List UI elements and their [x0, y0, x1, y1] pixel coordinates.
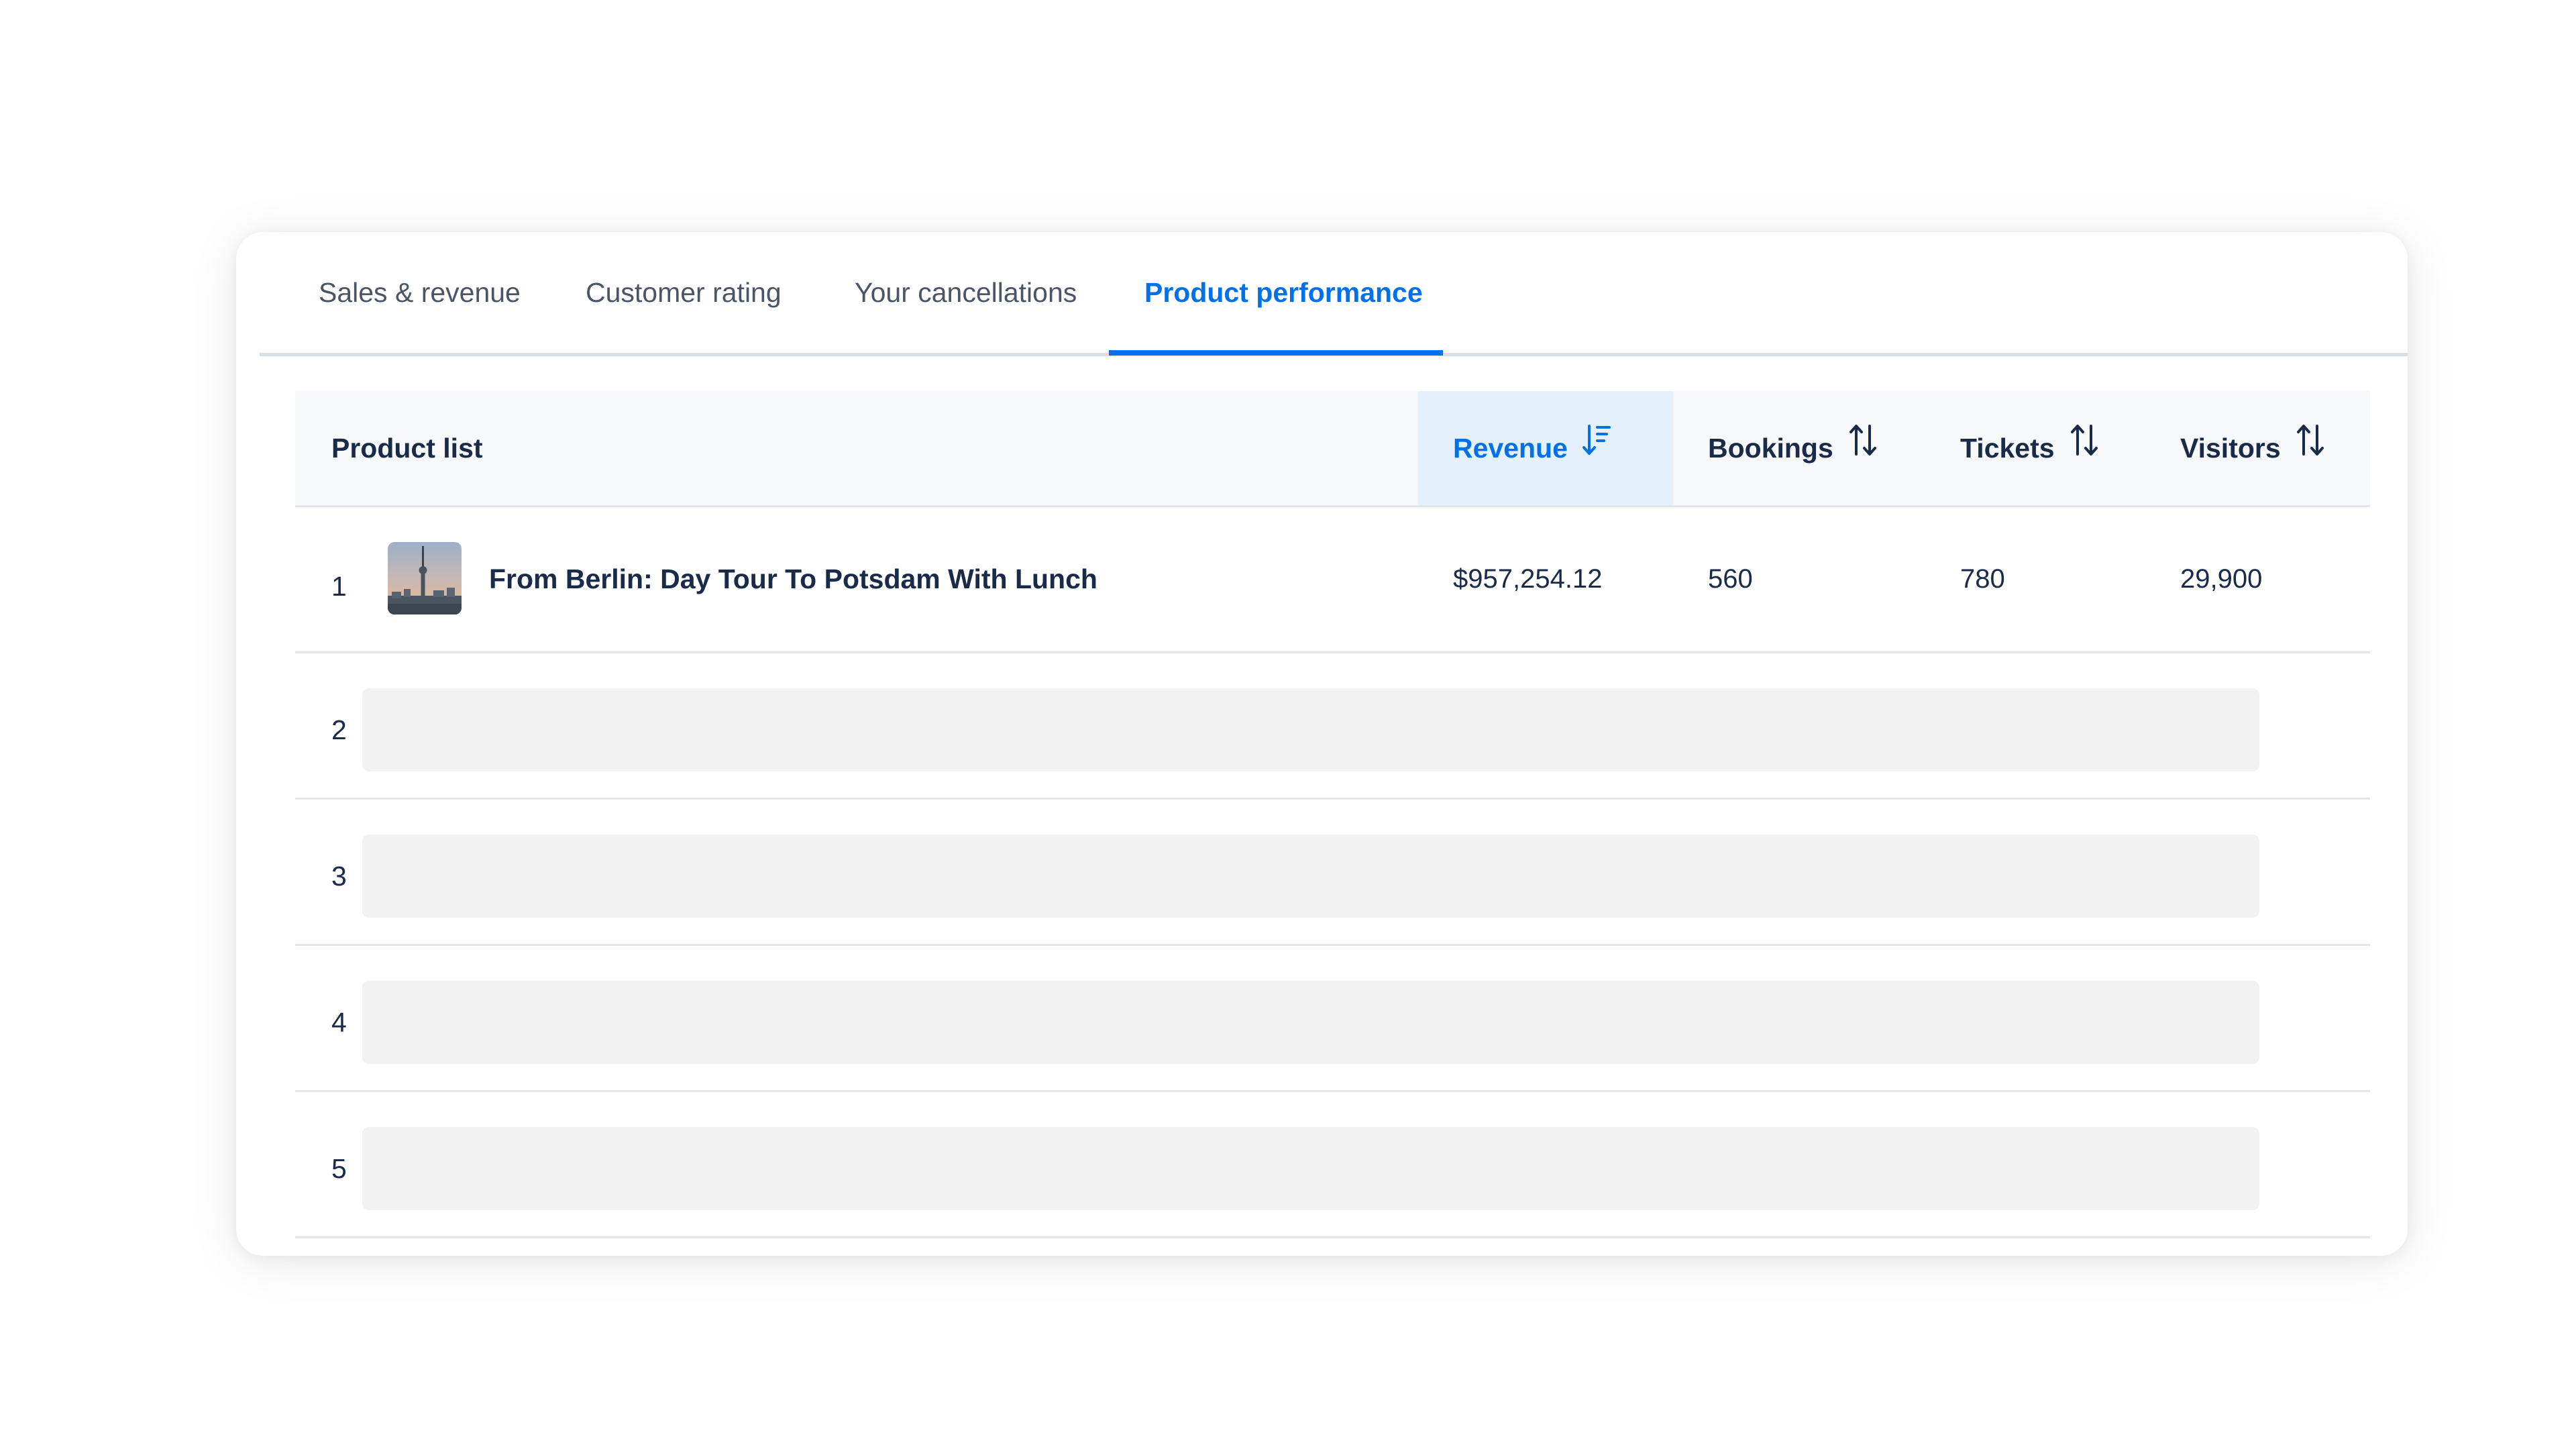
sort-arrows-icon [2296, 390, 2326, 504]
bookings-value: 560 [1708, 564, 1753, 594]
table-row[interactable]: 1 From Berlin: Day Tour To Potsdam With … [295, 507, 2370, 653]
table-row-placeholder: 2 [295, 653, 2370, 800]
table-row-placeholder: 3 [295, 800, 2370, 946]
revenue-value: $957,254.12 [1453, 564, 1603, 594]
product-thumbnail[interactable] [388, 542, 462, 614]
visitors-value: 29,900 [2180, 564, 2263, 594]
tickets-value: 780 [1960, 564, 2005, 594]
product-name-link[interactable]: From Berlin: Day Tour To Potsdam With Lu… [489, 507, 1097, 651]
column-header-visitors-label: Visitors [2180, 433, 2281, 464]
column-header-bookings-label: Bookings [1708, 433, 1833, 464]
sort-descending-icon [1582, 390, 1612, 504]
tab-your-cancellations[interactable]: Your cancellations [855, 232, 1077, 353]
row-rank: 2 [331, 714, 347, 745]
tab-product-performance[interactable]: Product performance [1144, 232, 1423, 353]
tab-bar: Sales & revenue Customer rating Your can… [260, 232, 2408, 356]
product-performance-card: Sales & revenue Customer rating Your can… [236, 232, 2408, 1256]
tab-customer-rating[interactable]: Customer rating [586, 232, 782, 353]
loading-skeleton-bar [362, 835, 2259, 918]
table-header: Product list Revenue Bookings Tickets Vi… [295, 391, 2370, 507]
loading-skeleton-bar [362, 981, 2259, 1064]
sort-arrows-icon [1848, 390, 1879, 504]
loading-skeleton-bar [362, 1127, 2259, 1210]
table-row-placeholder: 5 [295, 1092, 2370, 1238]
tab-sales-revenue[interactable]: Sales & revenue [319, 232, 521, 353]
row-rank: 5 [331, 1153, 347, 1184]
sort-arrows-icon [2070, 390, 2100, 504]
table-row-placeholder: 4 [295, 946, 2370, 1092]
column-header-revenue[interactable]: Revenue [1418, 391, 1673, 505]
column-header-product-list: Product list [331, 433, 483, 464]
column-header-revenue-label: Revenue [1453, 433, 1568, 464]
column-header-bookings[interactable]: Bookings [1708, 391, 1879, 505]
product-table: Product list Revenue Bookings Tickets Vi… [295, 391, 2370, 1238]
loading-skeleton-bar [362, 688, 2259, 771]
row-rank: 3 [331, 861, 347, 892]
row-rank: 1 [331, 571, 347, 602]
column-header-tickets-label: Tickets [1960, 433, 2055, 464]
column-header-tickets[interactable]: Tickets [1960, 391, 2100, 505]
column-header-visitors[interactable]: Visitors [2180, 391, 2326, 505]
active-tab-indicator [1109, 350, 1443, 356]
row-rank: 4 [331, 1007, 347, 1038]
